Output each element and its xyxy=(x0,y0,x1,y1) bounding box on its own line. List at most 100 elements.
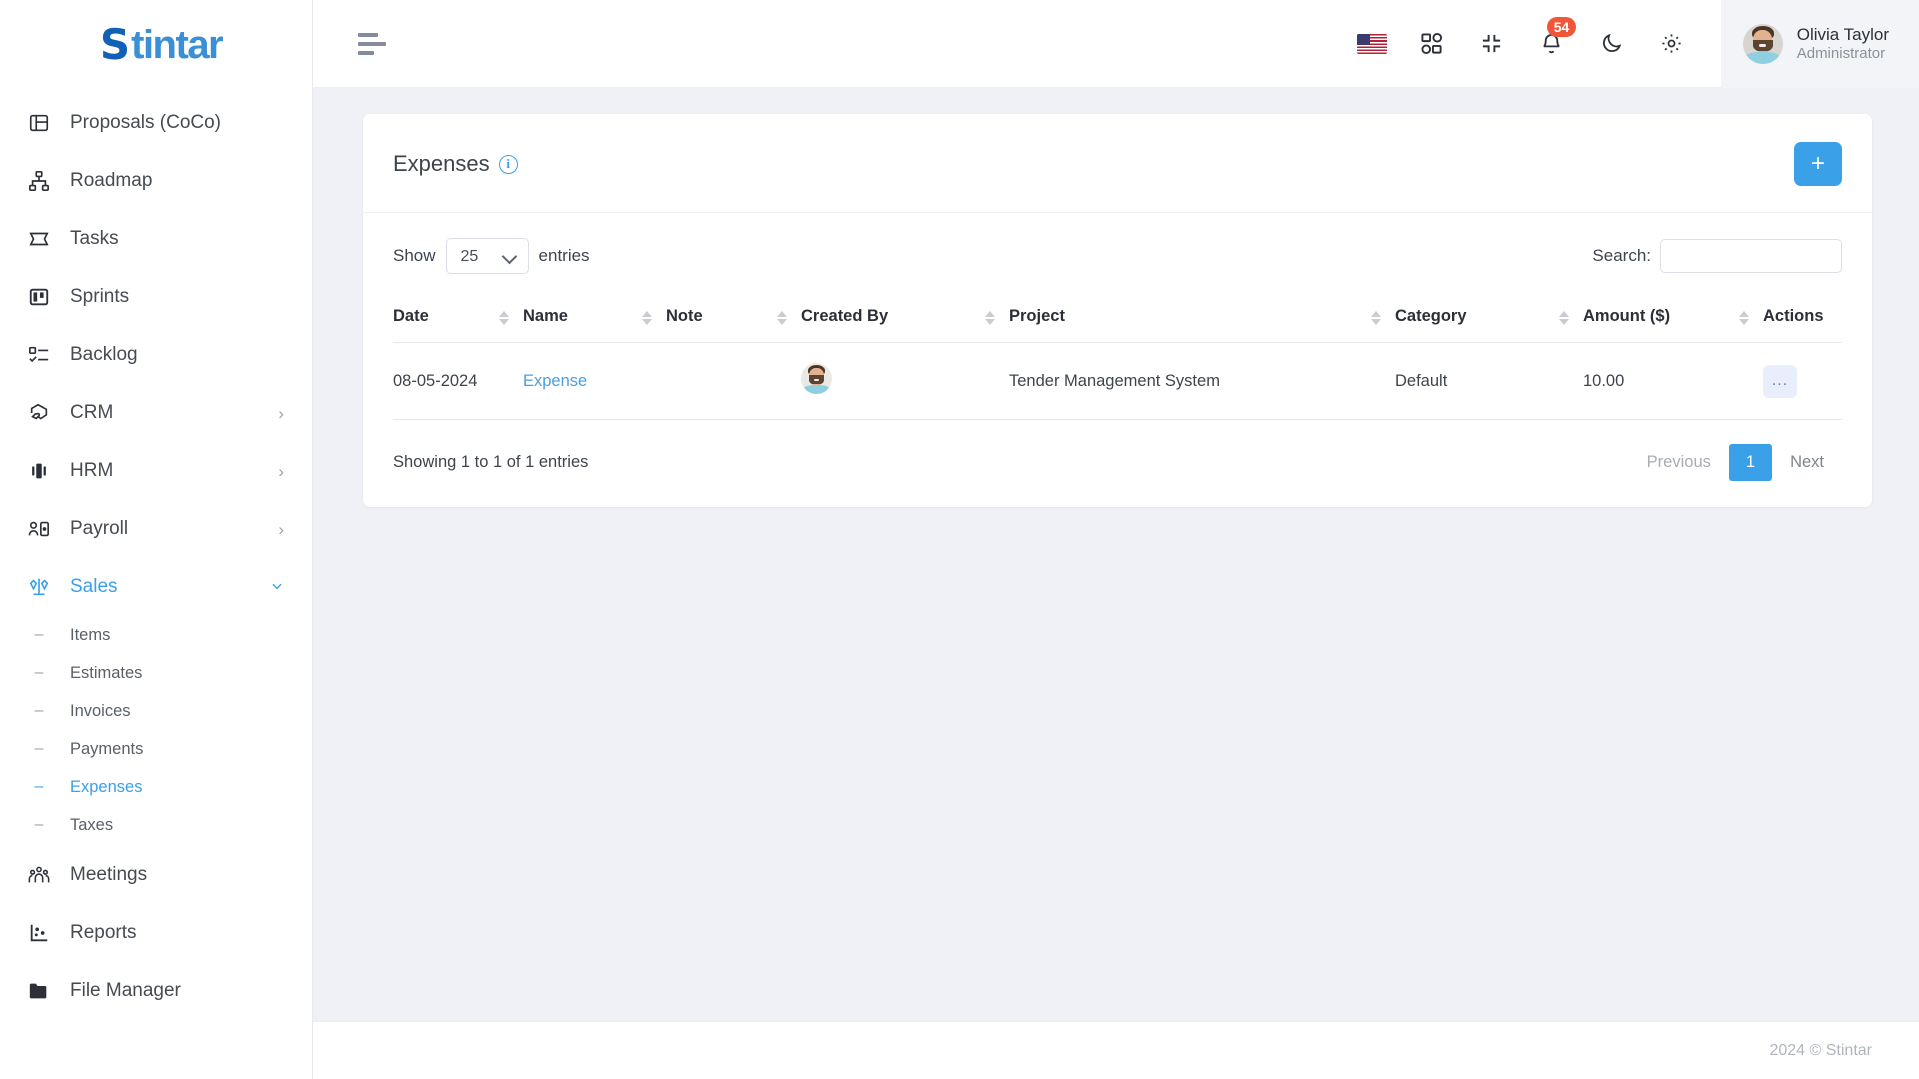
dash-marker: – xyxy=(34,664,44,681)
search-input[interactable] xyxy=(1660,239,1842,273)
sort-icon xyxy=(777,310,787,325)
sidebar-item-label: Sales xyxy=(70,576,118,597)
pagination-previous[interactable]: Previous xyxy=(1629,445,1729,480)
payroll-icon xyxy=(26,516,52,542)
sort-icon xyxy=(1559,310,1569,325)
column-header-date[interactable]: Date xyxy=(393,293,523,343)
page-size-select[interactable]: 10 25 50 100 xyxy=(445,238,529,274)
sidebar-item-sprints[interactable]: Sprints xyxy=(0,268,312,326)
main-column: 54 Olivia Taylor Administrator Expenses … xyxy=(313,0,1919,1079)
chevron-right-icon: › xyxy=(278,519,284,539)
card-footer: Showing 1 to 1 of 1 entries Previous 1 N… xyxy=(363,420,1872,507)
entries-info: Showing 1 to 1 of 1 entries xyxy=(393,453,589,471)
apps-grid-button[interactable] xyxy=(1417,29,1447,59)
hamburger-icon[interactable] xyxy=(358,32,386,55)
avatar xyxy=(1742,23,1783,64)
sort-icon xyxy=(985,310,995,325)
sales-submenu: – Items – Estimates – Invoices – Payment… xyxy=(0,616,312,846)
sidebar-item-label: Roadmap xyxy=(70,170,153,191)
table-header-row: Date Name Note Created By Project Catego… xyxy=(393,293,1842,343)
gear-icon[interactable] xyxy=(1657,29,1687,59)
sidebar-item-payroll[interactable]: Payroll › xyxy=(0,500,312,558)
search-label: Search: xyxy=(1592,246,1651,265)
column-header-category[interactable]: Category xyxy=(1395,293,1583,343)
sidebar-item-reports[interactable]: Reports xyxy=(0,904,312,962)
entries-label: entries xyxy=(538,246,590,265)
row-actions-button[interactable]: ... xyxy=(1763,364,1797,398)
info-icon[interactable]: i xyxy=(498,154,518,174)
page-title-wrap: Expenses i xyxy=(393,151,518,177)
notifications-button[interactable]: 54 xyxy=(1537,16,1577,59)
sidebar-item-label: Meetings xyxy=(70,864,148,885)
sort-icon xyxy=(642,310,652,325)
sidebar-subitem-taxes[interactable]: – Taxes xyxy=(0,806,312,844)
fullscreen-toggle-button[interactable] xyxy=(1477,29,1507,59)
column-header-project[interactable]: Project xyxy=(1009,293,1395,343)
folder-icon xyxy=(26,978,52,1004)
sidebar-item-hrm[interactable]: HRM › xyxy=(0,442,312,500)
sidebar-subitem-items[interactable]: – Items xyxy=(0,616,312,654)
column-header-actions: Actions xyxy=(1763,293,1842,343)
sidebar-item-label: File Manager xyxy=(70,980,181,1001)
column-header-created-by[interactable]: Created By xyxy=(801,293,1009,343)
tasks-icon xyxy=(26,226,52,252)
brand-logo[interactable]: S tintar xyxy=(0,0,312,90)
dash-marker: – xyxy=(34,626,44,643)
topbar: 54 Olivia Taylor Administrator xyxy=(313,0,1919,88)
sales-icon xyxy=(26,574,52,600)
sidebar: S tintar Proposals (CoCo) Roadmap Tasks … xyxy=(0,0,313,1079)
sidebar-item-tasks[interactable]: Tasks xyxy=(0,210,312,268)
chevron-right-icon: › xyxy=(278,461,284,481)
sidebar-item-proposals[interactable]: Proposals (CoCo) xyxy=(0,94,312,152)
chevron-down-icon xyxy=(270,579,284,596)
chevron-right-icon: › xyxy=(278,403,284,423)
show-label: Show xyxy=(393,246,436,265)
column-header-amount[interactable]: Amount ($) xyxy=(1583,293,1763,343)
language-selector[interactable] xyxy=(1356,29,1387,59)
hrm-icon xyxy=(26,458,52,484)
dash-marker: – xyxy=(34,740,44,757)
dash-marker: – xyxy=(34,778,44,795)
roadmap-icon xyxy=(26,168,52,194)
sidebar-subitem-label: Taxes xyxy=(70,815,114,834)
sprints-icon xyxy=(26,284,52,310)
table-row: 08-05-2024 Expense Tender Management Sys… xyxy=(393,342,1842,420)
cell-actions: ... xyxy=(1763,342,1842,420)
meetings-icon xyxy=(26,862,52,888)
sidebar-subitem-label: Payments xyxy=(70,739,144,758)
sidebar-item-file-manager[interactable]: File Manager xyxy=(0,962,312,1020)
proposals-icon xyxy=(26,110,52,136)
column-header-name[interactable]: Name xyxy=(523,293,666,343)
sidebar-item-roadmap[interactable]: Roadmap xyxy=(0,152,312,210)
theme-toggle-button[interactable] xyxy=(1597,29,1627,59)
sidebar-subitem-estimates[interactable]: – Estimates xyxy=(0,654,312,692)
column-header-note[interactable]: Note xyxy=(666,293,801,343)
expenses-table: Date Name Note Created By Project Catego… xyxy=(393,293,1842,420)
us-flag-icon xyxy=(1356,33,1387,54)
sidebar-item-label: HRM xyxy=(70,460,114,481)
sidebar-item-label: Payroll xyxy=(70,518,129,539)
sidebar-item-meetings[interactable]: Meetings xyxy=(0,846,312,904)
sidebar-subitem-invoices[interactable]: – Invoices xyxy=(0,692,312,730)
sidebar-subitem-payments[interactable]: – Payments xyxy=(0,730,312,768)
sidebar-item-backlog[interactable]: Backlog xyxy=(0,326,312,384)
brand-text: tintar xyxy=(131,23,224,67)
sidebar-item-crm[interactable]: CRM › xyxy=(0,384,312,442)
sidebar-subitem-expenses[interactable]: – Expenses xyxy=(0,768,312,806)
sort-icon xyxy=(1371,310,1381,325)
sidebar-item-sales[interactable]: Sales xyxy=(0,558,312,616)
pagination-next[interactable]: Next xyxy=(1772,445,1842,480)
sidebar-subitem-label: Estimates xyxy=(70,663,143,682)
expense-name-link[interactable]: Expense xyxy=(523,372,587,390)
add-expense-button[interactable]: + xyxy=(1794,142,1842,186)
cell-amount: 10.00 xyxy=(1583,342,1763,420)
cell-project: Tender Management System xyxy=(1009,342,1395,420)
pagination-page-1[interactable]: 1 xyxy=(1728,444,1773,481)
profile-menu[interactable]: Olivia Taylor Administrator xyxy=(1720,0,1919,88)
crm-icon xyxy=(26,400,52,426)
sidebar-item-label: CRM xyxy=(70,402,114,423)
table-body: 08-05-2024 Expense Tender Management Sys… xyxy=(393,342,1842,420)
sidebar-subitem-label: Items xyxy=(70,625,111,644)
cell-created-by xyxy=(801,342,1009,420)
notification-badge: 54 xyxy=(1546,16,1577,38)
